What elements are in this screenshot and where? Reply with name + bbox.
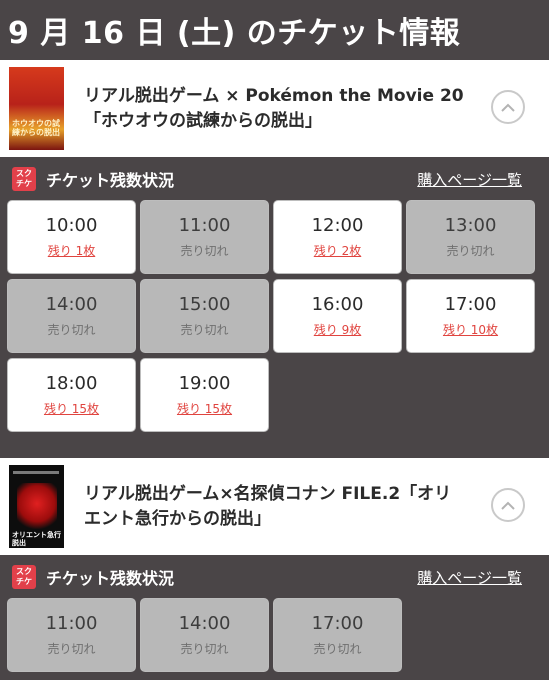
slot-sold-out: 売り切れ	[47, 642, 96, 656]
sukuchike-logo-icon: スク チケ	[12, 166, 36, 191]
slot-time: 15:00	[178, 294, 231, 315]
slot-time: 10:00	[45, 215, 98, 236]
time-slot[interactable]: 18:00 残り 15枚	[7, 358, 136, 432]
slot-time: 18:00	[45, 373, 98, 394]
slot-sold-out: 売り切れ	[313, 642, 362, 656]
slot-time: 11:00	[178, 215, 231, 236]
slot-sold-out: 売り切れ	[180, 642, 229, 656]
time-slot: 11:00 売り切れ	[140, 200, 269, 274]
purchase-page-list-link[interactable]: 購入ページ一覧	[417, 169, 522, 190]
event-poster-image: ホウオウの試練からの脱出	[9, 67, 64, 150]
slot-time: 14:00	[178, 613, 231, 634]
slot-remaining[interactable]: 残り 15枚	[177, 400, 232, 417]
time-slot[interactable]: 10:00 残り 1枚	[7, 200, 136, 274]
page-title: 9 月 16 日 (土) のチケット情報	[8, 16, 461, 51]
time-slot-grid: 10:00 残り 1枚 11:00 売り切れ 12:00 残り 2枚 13:00…	[0, 200, 549, 458]
time-slot[interactable]: 16:00 残り 9枚	[273, 279, 402, 353]
slot-remaining[interactable]: 残り 9枚	[314, 321, 361, 338]
slot-sold-out: 売り切れ	[446, 244, 495, 258]
slot-time: 19:00	[178, 373, 231, 394]
time-slot[interactable]: 17:00 残り 10枚	[406, 279, 535, 353]
collapse-button[interactable]	[491, 90, 525, 124]
event-card-hooh: ホウオウの試練からの脱出 リアル脱出ゲーム × Pokémon the Movi…	[0, 60, 549, 157]
slot-sold-out: 売り切れ	[180, 244, 229, 258]
time-slot-grid: 11:00 売り切れ 14:00 売り切れ 17:00 売り切れ	[0, 598, 549, 672]
time-slot: 17:00 売り切れ	[273, 598, 402, 672]
sukuchike-logo-icon: スク チケ	[12, 564, 36, 589]
slot-remaining[interactable]: 残り 10枚	[443, 321, 498, 338]
time-slot[interactable]: 12:00 残り 2枚	[273, 200, 402, 274]
slot-time: 14:00	[45, 294, 98, 315]
purchase-page-list-link[interactable]: 購入ページ一覧	[417, 567, 522, 588]
poster-caption: オリエント急行脱出	[12, 531, 61, 547]
slot-time: 17:00	[311, 613, 364, 634]
chevron-up-icon	[501, 501, 515, 510]
event-title: リアル脱出ゲーム×名探偵コナン FILE.2「オリエント急行からの脱出」	[84, 483, 452, 529]
time-slot: 11:00 売り切れ	[7, 598, 136, 672]
slot-remaining[interactable]: 残り 1枚	[48, 242, 95, 259]
time-slot: 14:00 売り切れ	[140, 598, 269, 672]
slot-remaining[interactable]: 残り 2枚	[314, 242, 361, 259]
slot-time: 13:00	[444, 215, 497, 236]
time-slot: 15:00 売り切れ	[140, 279, 269, 353]
time-slot: 13:00 売り切れ	[406, 200, 535, 274]
ticket-status-title: チケット残数状況	[46, 170, 175, 190]
ticket-status-title: チケット残数状況	[46, 568, 175, 588]
time-slot: 14:00 売り切れ	[7, 279, 136, 353]
event-card-conan: オリエント急行脱出 リアル脱出ゲーム×名探偵コナン FILE.2「オリエント急行…	[0, 458, 549, 555]
ticket-status-header: スク チケ チケット残数状況 購入ページ一覧	[0, 555, 549, 598]
event-title: リアル脱出ゲーム × Pokémon the Movie 20「ホウオウの試練か…	[84, 85, 464, 131]
slot-sold-out: 売り切れ	[47, 323, 96, 337]
slot-sold-out: 売り切れ	[180, 323, 229, 337]
slot-remaining[interactable]: 残り 15枚	[44, 400, 99, 417]
slot-time: 11:00	[45, 613, 98, 634]
event-poster-image: オリエント急行脱出	[9, 465, 64, 548]
slot-time: 12:00	[311, 215, 364, 236]
collapse-button[interactable]	[491, 488, 525, 522]
time-slot[interactable]: 19:00 残り 15枚	[140, 358, 269, 432]
chevron-up-icon	[501, 103, 515, 112]
ticket-status-header: スク チケ チケット残数状況 購入ページ一覧	[0, 157, 549, 200]
slot-time: 16:00	[311, 294, 364, 315]
slot-time: 17:00	[444, 294, 497, 315]
poster-caption: ホウオウの試練からの脱出	[12, 119, 60, 137]
